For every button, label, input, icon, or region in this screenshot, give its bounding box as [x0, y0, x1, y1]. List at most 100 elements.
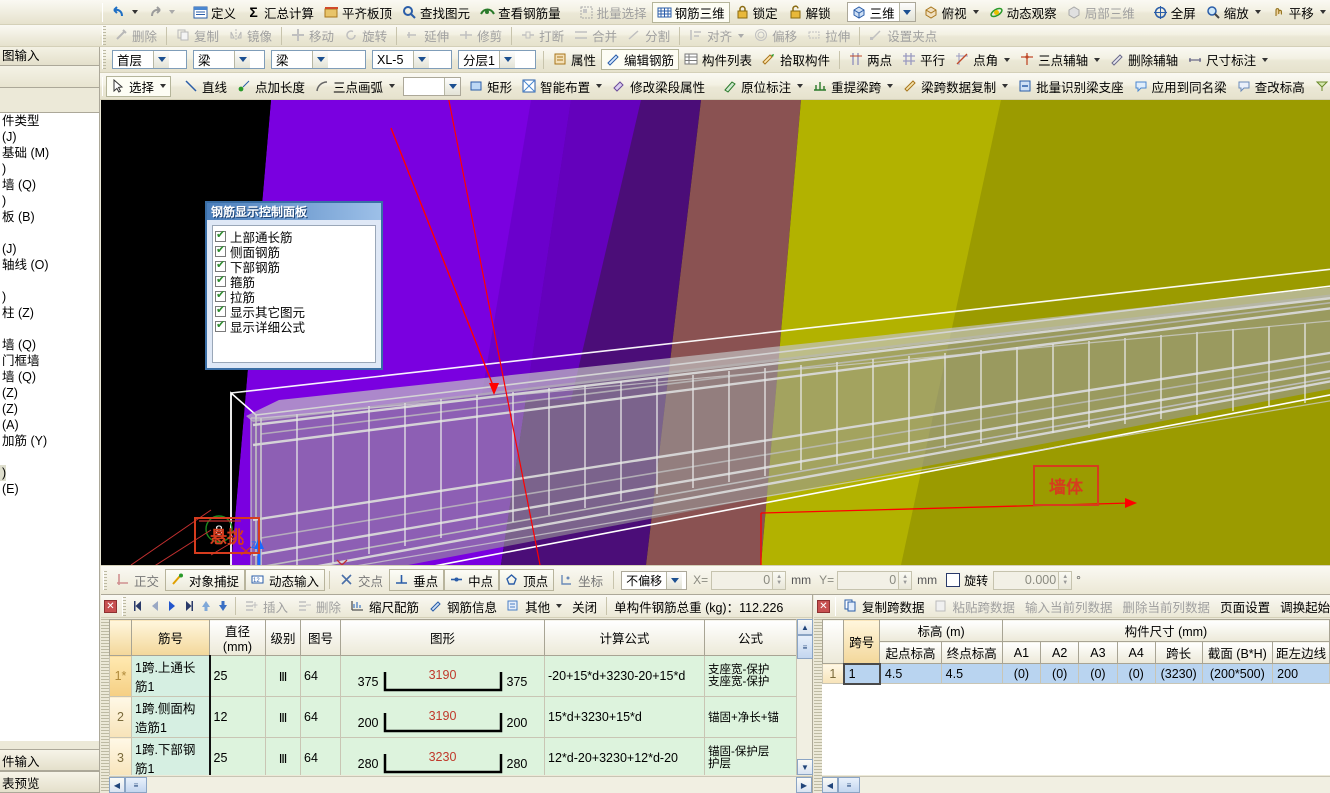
col-header-section[interactable]: 截面 (B*H)	[1201, 641, 1274, 664]
rebar-3d-button[interactable]: 钢筋三维	[651, 1, 730, 23]
scroll-down-button[interactable]: ▼	[797, 759, 813, 775]
delete-current-column-button[interactable]: 删除当前列数据	[1118, 596, 1216, 617]
cell-rebar-no[interactable]: 1跨.上通长筋1	[131, 655, 211, 697]
delete-axis-button[interactable]: 删除辅轴	[1105, 49, 1183, 70]
align-slab-top-button[interactable]: 平齐板顶	[319, 2, 397, 23]
tree-row-selected[interactable]: )	[0, 465, 7, 481]
cell-rebar-no[interactable]: 1跨.侧面构造筋1	[131, 696, 211, 738]
tree-row[interactable]: 件类型	[0, 113, 99, 129]
chevron-down-icon[interactable]	[444, 77, 461, 95]
tree-row[interactable]: (J)	[0, 129, 99, 145]
cell-end-elev[interactable]: 4.5	[940, 663, 1003, 684]
set-grip-point-button[interactable]: 设置夹点	[864, 25, 942, 46]
checkbox-icon[interactable]	[215, 244, 226, 257]
dynamic-observe-button[interactable]: 动态观察	[984, 2, 1062, 23]
define-button[interactable]: 定义	[188, 2, 241, 23]
x-spinner[interactable]: ▲ ▼	[773, 570, 787, 590]
chevron-down-icon[interactable]	[1002, 84, 1009, 88]
chevron-down-icon[interactable]	[234, 51, 250, 68]
break-button[interactable]: 打断	[516, 25, 569, 46]
floor-combo[interactable]: 首层	[112, 50, 187, 69]
col-header-formula[interactable]: 计算公式	[544, 619, 705, 656]
swap-start-span-button[interactable]: 调换起始跨	[1275, 596, 1330, 617]
tree-row[interactable]: (Z)	[0, 385, 99, 401]
cell-formula-desc[interactable]: 锚固+净长+锚	[704, 696, 797, 738]
col-header-diameter[interactable]: 直径 (mm)	[209, 619, 266, 656]
auto-generate-button[interactable]: 自动生成	[1310, 76, 1330, 97]
col-header-span-no[interactable]: 跨号	[843, 619, 881, 664]
parallel-button[interactable]: 平行	[897, 49, 950, 70]
point-angle-button[interactable]: 点角	[950, 49, 1015, 70]
split-button[interactable]: 分割	[622, 25, 675, 46]
cell-shape-no[interactable]: 64	[300, 655, 341, 697]
layer-combo[interactable]: 分层1	[458, 50, 536, 69]
category-combo[interactable]: 梁	[193, 50, 265, 69]
copy-button[interactable]: 复制	[171, 25, 224, 46]
checkbox-icon[interactable]	[215, 229, 226, 242]
sidebar-bottom-tab-member-input[interactable]: 件输入	[0, 749, 99, 771]
ortho-toggle[interactable]: 正交	[110, 569, 165, 591]
input-current-column-button[interactable]: 输入当前列数据	[1020, 596, 1118, 617]
redo-button[interactable]	[143, 2, 180, 23]
zoom-button[interactable]: 缩放	[1201, 2, 1266, 23]
merge-button[interactable]: 合并	[569, 25, 622, 46]
y-input[interactable]: 0	[837, 570, 900, 590]
tree-row[interactable]: )	[0, 161, 99, 177]
tree-row[interactable]: 柱 (Z)	[0, 305, 99, 321]
scroll-thumb[interactable]: ≡	[838, 777, 860, 793]
other-menu-button[interactable]: 其他	[502, 596, 567, 617]
checkbox-icon[interactable]	[215, 289, 226, 302]
checkbox-row[interactable]: 显示详细公式	[215, 319, 373, 335]
subcategory-combo[interactable]: 梁	[271, 50, 366, 69]
col-header-a1[interactable]: A1	[1001, 641, 1042, 664]
3d-viewport[interactable]: 8 Z Y X	[101, 100, 1330, 565]
rotate-spinner[interactable]: ▲ ▼	[1059, 570, 1073, 590]
pick-member-button[interactable]: 拾取构件	[757, 49, 835, 70]
close-icon[interactable]: ✕	[104, 599, 117, 613]
align-button[interactable]: 对齐	[684, 25, 749, 46]
offset-button[interactable]: 偏移	[749, 25, 802, 46]
trim-button[interactable]: 修剪	[454, 25, 507, 46]
next-record-button[interactable]	[163, 597, 180, 615]
view-rebar-qty-button[interactable]: 查看钢筋量	[475, 2, 566, 23]
pan-button[interactable]: 平移	[1266, 2, 1330, 23]
tree-row[interactable]	[0, 321, 99, 337]
chevron-down-icon[interactable]	[132, 10, 138, 14]
perpendicular-snap[interactable]: 垂点	[389, 569, 445, 591]
cell-dist-left[interactable]: 200	[1272, 663, 1330, 684]
delete-row-button[interactable]: 删除	[293, 596, 346, 617]
member-combo[interactable]: XL-5	[372, 50, 452, 69]
col-header-start-elev[interactable]: 起点标高	[879, 641, 942, 664]
chevron-down-icon[interactable]	[556, 604, 563, 608]
fullscreen-button[interactable]: 全屏	[1148, 2, 1201, 23]
first-record-button[interactable]	[129, 597, 146, 615]
tree-row[interactable]: 墙 (Q)	[0, 177, 99, 193]
rebar-display-control-panel[interactable]: 钢筋显示控制面板 上部通长筋 侧面钢筋 下部钢筋 箍筋 拉筋 显示其它图元 显示…	[205, 201, 383, 370]
tree-row[interactable]: 门框墙	[0, 353, 99, 369]
move-button[interactable]: 移动	[286, 25, 339, 46]
tree-row[interactable]: (A)	[0, 417, 99, 433]
cell-span-no[interactable]: 1	[842, 662, 881, 685]
coordinate-snap[interactable]: 坐标	[554, 569, 609, 591]
cell-shape[interactable]: 375 375 3190	[340, 655, 545, 697]
toolbar-grip[interactable]	[835, 596, 836, 616]
cell-diameter[interactable]: 25	[209, 737, 266, 775]
rebar-table-vscrollbar[interactable]: ▲ ≡ ▼	[796, 619, 813, 775]
offset-mode-combo[interactable]: 不偏移	[621, 570, 688, 590]
cell-a3[interactable]: (0)	[1078, 663, 1118, 684]
smart-layout-button[interactable]: 智能布置	[517, 76, 607, 97]
col-header-rebar-no[interactable]: 筋号	[131, 619, 210, 656]
cell-a2[interactable]: (0)	[1040, 663, 1080, 684]
dimension-button[interactable]: 尺寸标注	[1183, 49, 1273, 70]
scroll-up-button[interactable]: ▲	[797, 619, 813, 635]
delete-button[interactable]: 删除	[109, 25, 162, 46]
rebar-info-button[interactable]: 钢筋信息	[424, 596, 502, 617]
row-index[interactable]: 2	[109, 696, 132, 738]
col-header-dist-left[interactable]: 距左边线	[1272, 641, 1330, 664]
scroll-right-button[interactable]: ▶	[796, 777, 812, 793]
summary-calc-button[interactable]: Σ 汇总计算	[241, 2, 319, 23]
modify-beam-attr-button[interactable]: 修改梁段属性	[607, 76, 710, 97]
col-header-formula-desc[interactable]: 公式	[704, 619, 797, 656]
col-header-span-length[interactable]: 跨长	[1154, 641, 1203, 664]
col-header-shape-no[interactable]: 图号	[300, 619, 341, 656]
